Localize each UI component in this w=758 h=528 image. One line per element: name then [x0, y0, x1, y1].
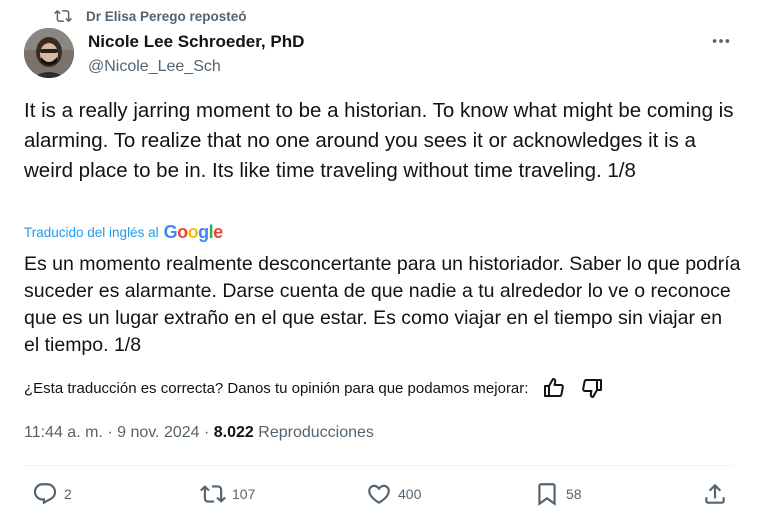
bookmark-icon	[538, 483, 556, 506]
tweet-time[interactable]: 11:44 a. m.	[24, 424, 103, 441]
author-name[interactable]: Nicole Lee Schroeder, PhD	[88, 32, 304, 52]
tweet-meta: 11:44 a. m. · 9 nov. 2024 · 8.022 Reprod…	[24, 424, 374, 442]
feedback-question: ¿Esta traducción es correcta? Danos tu o…	[24, 379, 529, 397]
repost-text: Dr Elisa Perego reposteó	[86, 8, 247, 24]
heart-icon	[368, 484, 390, 504]
tweet-header: Nicole Lee Schroeder, PhD @Nicole_Lee_Sc…	[24, 28, 734, 80]
thumbs-down-icon[interactable]	[580, 376, 604, 400]
reply-count: 2	[64, 486, 72, 502]
meta-separator: ·	[203, 424, 210, 441]
repost-button[interactable]: 107	[200, 481, 255, 507]
more-options-button[interactable]	[708, 30, 734, 52]
translated-text: Es un momento realmente desconcertante p…	[24, 253, 741, 356]
share-icon	[705, 483, 725, 504]
google-logo: Google	[163, 222, 224, 242]
bookmark-button[interactable]: 58	[534, 481, 582, 507]
share-button[interactable]	[702, 481, 728, 507]
tweet-text: It is a really jarring moment to be a hi…	[24, 99, 734, 182]
translated-label: Traducido del inglés al	[24, 225, 159, 240]
repost-icon	[200, 485, 226, 503]
author-handle[interactable]: @Nicole_Lee_Sch	[88, 57, 304, 77]
tweet-date[interactable]: 9 nov. 2024	[117, 424, 199, 441]
author-block: Nicole Lee Schroeder, PhD @Nicole_Lee_Sc…	[88, 32, 304, 77]
more-icon	[712, 39, 730, 43]
translation-feedback: ¿Esta traducción es correcta? Danos tu o…	[24, 376, 604, 400]
reply-button[interactable]: 2	[32, 481, 72, 507]
repost-count: 107	[232, 486, 256, 502]
views-label: Reproducciones	[258, 424, 374, 441]
action-bar: 2 107 400 58	[24, 481, 734, 511]
thumbs-up-icon[interactable]	[542, 376, 566, 400]
repost-icon	[54, 7, 72, 25]
meta-separator: ·	[107, 424, 113, 441]
translation-attribution[interactable]: Traducido del inglés al Google	[24, 222, 223, 243]
views-count: 8.022	[213, 424, 254, 441]
avatar[interactable]	[24, 28, 74, 78]
divider	[24, 465, 734, 466]
repost-indicator[interactable]: Dr Elisa Perego reposteó	[54, 7, 247, 25]
reply-icon	[33, 483, 57, 505]
like-button[interactable]: 400	[366, 481, 421, 507]
like-count: 400	[398, 486, 422, 502]
bookmark-count: 58	[566, 486, 582, 502]
